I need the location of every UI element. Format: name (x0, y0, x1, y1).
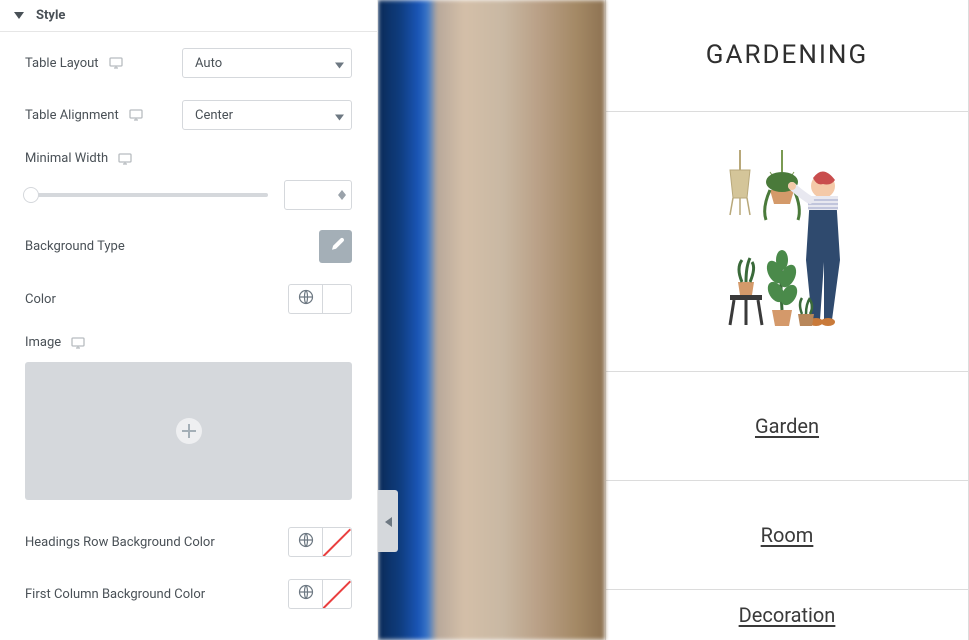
minimal-width-field[interactable] (285, 188, 333, 202)
control-first-column-bg: First Column Background Color (25, 578, 352, 610)
control-background-type: Background Type (25, 230, 352, 263)
gardening-illustration (720, 150, 855, 334)
section-title: Style (36, 8, 65, 23)
responsive-icon[interactable] (118, 153, 132, 165)
number-stepper[interactable] (333, 190, 351, 200)
background-image-strip (378, 0, 605, 640)
decoration-link[interactable]: Decoration (739, 603, 836, 627)
table-image-cell (606, 112, 969, 373)
table-alignment-value: Center (182, 100, 352, 130)
responsive-icon[interactable] (71, 337, 85, 349)
responsive-icon[interactable] (129, 109, 143, 121)
headings-row-bg-label: Headings Row Background Color (25, 535, 215, 550)
slider-thumb[interactable] (23, 187, 39, 203)
table-layout-select[interactable]: Auto (182, 48, 352, 78)
image-label: Image (25, 335, 61, 350)
color-swatch-empty[interactable] (322, 527, 352, 557)
global-color-button[interactable] (288, 284, 322, 314)
minimal-width-label: Minimal Width (25, 151, 108, 166)
chevron-left-icon (385, 512, 392, 531)
preview-canvas: GARDENING (378, 0, 969, 640)
preview-table-column: GARDENING (605, 0, 969, 640)
table-alignment-label: Table Alignment (25, 108, 119, 123)
table-link-cell-garden: Garden (606, 372, 969, 481)
table-alignment-select[interactable]: Center (182, 100, 352, 130)
table-layout-value: Auto (182, 48, 352, 78)
garden-link[interactable]: Garden (755, 414, 819, 438)
caret-down-icon (14, 12, 24, 19)
control-table-alignment: Table Alignment Center (25, 99, 352, 131)
minimal-width-input[interactable] (284, 180, 352, 210)
minimal-width-slider[interactable] (25, 193, 268, 197)
global-color-button[interactable] (288, 527, 322, 557)
globe-icon (298, 289, 314, 309)
section-header-style[interactable]: Style (0, 0, 377, 32)
section-body: Table Layout Auto Table Alignment (0, 32, 377, 640)
global-color-button[interactable] (288, 579, 322, 609)
table-link-cell-room: Room (606, 481, 969, 590)
color-swatch-empty[interactable] (322, 579, 352, 609)
style-sidebar: Style Table Layout Auto Table Alignment (0, 0, 378, 640)
color-label: Color (25, 292, 56, 307)
background-type-label: Background Type (25, 239, 125, 254)
plus-icon (176, 418, 202, 444)
control-table-layout: Table Layout Auto (25, 47, 352, 79)
control-image: Image (25, 335, 352, 500)
brush-icon (328, 237, 344, 257)
table-layout-label: Table Layout (25, 56, 99, 71)
background-type-classic-button[interactable] (319, 230, 352, 263)
control-headings-row-bg: Headings Row Background Color (25, 526, 352, 558)
globe-icon (298, 584, 314, 604)
control-color: Color (25, 283, 352, 315)
control-minimal-width: Minimal Width (25, 151, 352, 210)
responsive-icon[interactable] (109, 57, 123, 69)
table-header-text: GARDENING (706, 40, 868, 70)
room-link[interactable]: Room (761, 523, 814, 547)
globe-icon (298, 532, 314, 552)
background-image-picker[interactable] (25, 362, 352, 500)
panel-collapse-handle[interactable] (378, 490, 398, 552)
first-column-bg-label: First Column Background Color (25, 587, 205, 602)
color-swatch[interactable] (322, 284, 352, 314)
table-header-cell: GARDENING (606, 0, 969, 112)
table-link-cell-decoration: Decoration (606, 590, 969, 640)
